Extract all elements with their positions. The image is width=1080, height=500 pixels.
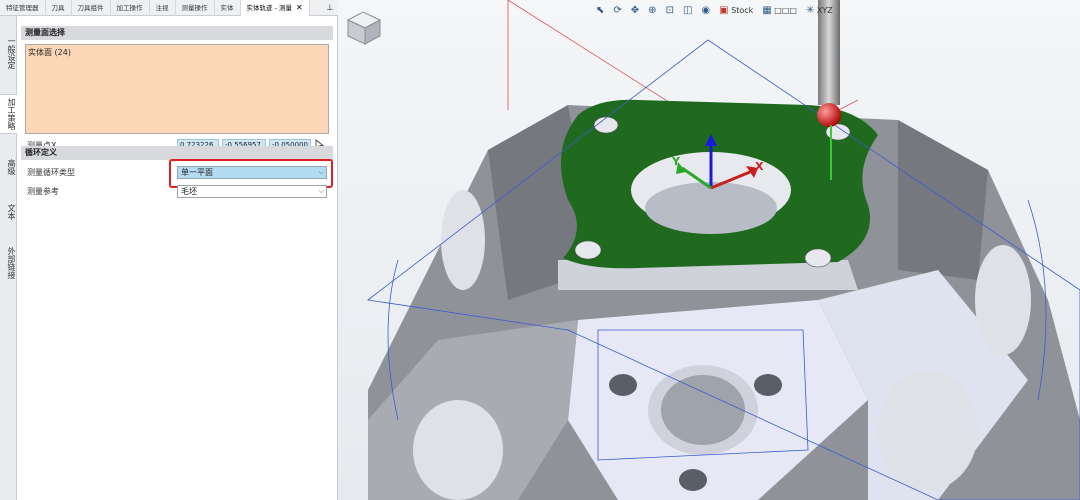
axis-y-label: Y — [671, 155, 681, 168]
axis-x-label: X — [755, 160, 764, 173]
face-selection-list[interactable]: 实体面 (24) — [25, 44, 329, 134]
tab-solid[interactable]: 实体 — [215, 0, 241, 16]
tab-tool-assembly[interactable]: 刀具组件 — [72, 0, 111, 16]
select-cursor-icon[interactable]: ⬉ — [596, 5, 604, 16]
reference-label: 测量参考 — [27, 187, 59, 196]
vertical-tabs: 一般设定 加工策略 高级 文本 外部链接 — [0, 16, 17, 500]
model-view[interactable]: Y X — [338, 0, 1080, 500]
tab-tools[interactable]: 刀具 — [46, 0, 72, 16]
reference-value: 毛坯 — [181, 187, 197, 196]
tab-annotation[interactable]: 注视 — [150, 0, 176, 16]
vtab-general[interactable]: 一般设定 — [0, 34, 17, 72]
xyz-axes-icon: ✳ — [805, 4, 815, 16]
vtab-text[interactable]: 文本 — [0, 201, 17, 223]
highlight-box — [169, 159, 333, 188]
tab-feature-manager[interactable]: 特征管理器 — [0, 0, 46, 16]
pin-icon[interactable]: ⊥ — [322, 0, 338, 16]
view-box-icon[interactable]: ◫ — [683, 5, 692, 16]
viewport-toolbar: ⬉ ⟳ ✥ ⊕ ⊡ ◫ ◉ ▣ Stock ▦ □□□ ✳ XYZ — [596, 3, 833, 17]
zoom-icon[interactable]: ⊕ — [648, 5, 656, 16]
tab-label: 实体轨迹 - 测量 — [246, 4, 292, 12]
rotate-icon[interactable]: ⟳ — [613, 5, 621, 16]
vtab-external-link[interactable]: 外部链接 — [0, 244, 17, 282]
section-cycle-definition-header: 循环定义 — [21, 146, 333, 160]
pan-icon[interactable]: ✥ — [631, 5, 639, 16]
face-list-item[interactable]: 实体面 (24) — [28, 48, 71, 57]
chevron-down-icon: ⌵ — [318, 187, 324, 195]
tab-strip: 特征管理器 刀具 刀具组件 加工操作 注视 测量操作 实体 实体轨迹 - 测量 … — [0, 0, 338, 16]
stock-button[interactable]: ▣ Stock — [719, 5, 753, 16]
properties-panel: 测量面选择 实体面 (24) 测量点X 0.723226 -0.556957 -… — [17, 16, 338, 500]
vtab-advanced[interactable]: 高级 — [0, 156, 17, 178]
reference-select[interactable]: 毛坯 ⌵ — [177, 185, 327, 198]
visibility-icon[interactable]: ◉ — [701, 5, 710, 16]
stock-label: Stock — [731, 5, 754, 15]
display-mode-button[interactable]: ▦ □□□ — [762, 5, 797, 16]
3d-viewport[interactable]: Y X ⬉ ⟳ ✥ ⊕ ⊡ ◫ ◉ ▣ Stock ▦ □□□ ✳ XYZ — [338, 0, 1080, 500]
section-face-selection-header: 测量面选择 — [21, 26, 333, 40]
vtab-strategy[interactable]: 加工策略 — [0, 94, 17, 134]
display-mode-icon: ▦ — [762, 4, 772, 16]
xyz-button[interactable]: ✳ XYZ — [806, 5, 833, 16]
tab-solid-toolpath-measure[interactable]: 实体轨迹 - 测量 ✕ — [240, 0, 310, 16]
cycle-type-label: 测量循环类型 — [27, 168, 75, 177]
tab-measure-ops[interactable]: 测量操作 — [176, 0, 215, 16]
stock-icon: ▣ — [719, 4, 729, 16]
xyz-label: XYZ — [816, 5, 833, 15]
tab-machining-ops[interactable]: 加工操作 — [111, 0, 150, 16]
zoom-window-icon[interactable]: ⊡ — [666, 5, 674, 16]
close-icon[interactable]: ✕ — [296, 0, 303, 16]
display-mode-label: □□□ — [774, 5, 797, 15]
